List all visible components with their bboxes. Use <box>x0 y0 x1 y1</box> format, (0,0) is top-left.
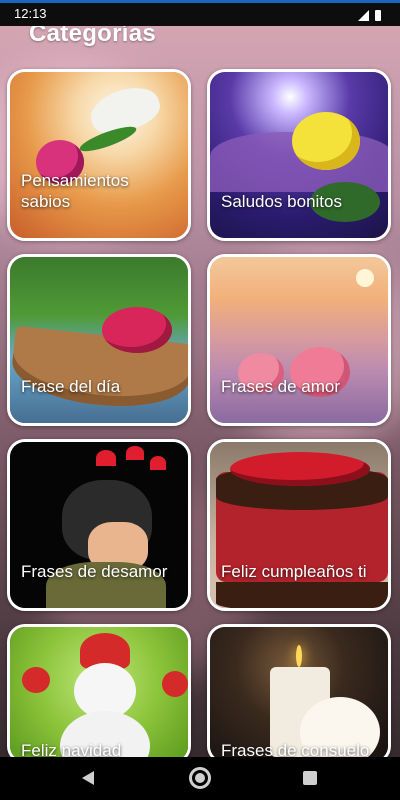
category-card-feliz-cumpleanos[interactable]: Feliz cumpleaños ti <box>207 439 391 611</box>
category-card-pensamientos-sabios[interactable]: Pensamientos sabios <box>7 69 191 241</box>
category-card-frases-de-desamor[interactable]: Frases de desamor <box>7 439 191 611</box>
yellow-rose-image <box>210 72 388 238</box>
home-icon[interactable] <box>189 767 211 789</box>
category-label: Frases de amor <box>221 377 341 396</box>
category-label: Feliz cumpleaños ti <box>221 562 367 581</box>
category-label: Pensamientos sabios <box>21 171 129 211</box>
category-card-frases-de-amor[interactable]: Frases de amor <box>207 254 391 426</box>
signal-icon <box>358 10 369 21</box>
recent-apps-icon[interactable] <box>303 771 317 785</box>
back-icon[interactable] <box>82 771 94 785</box>
category-label: Frase del día <box>21 377 121 396</box>
category-card-frases-de-consuelo[interactable]: Frases de consuelo <box>207 624 391 764</box>
status-time: 12:13 <box>14 6 47 21</box>
category-label: Frases de desamor <box>21 562 168 581</box>
cake-image <box>210 442 388 608</box>
system-nav-bar <box>0 757 400 800</box>
crying-person-image <box>10 442 188 608</box>
category-card-saludos-bonitos[interactable]: Saludos bonitos <box>207 69 391 241</box>
category-card-feliz-navidad[interactable]: Feliz navidad <box>7 624 191 764</box>
dove-rose-image <box>10 72 188 238</box>
sunset-flowers-image <box>210 257 388 423</box>
battery-icon <box>375 10 381 21</box>
boat-flowers-image <box>10 257 188 423</box>
category-label: Saludos bonitos <box>221 192 342 211</box>
status-bar: 12:13 <box>0 0 400 26</box>
category-card-frase-del-dia[interactable]: Frase del día <box>7 254 191 426</box>
